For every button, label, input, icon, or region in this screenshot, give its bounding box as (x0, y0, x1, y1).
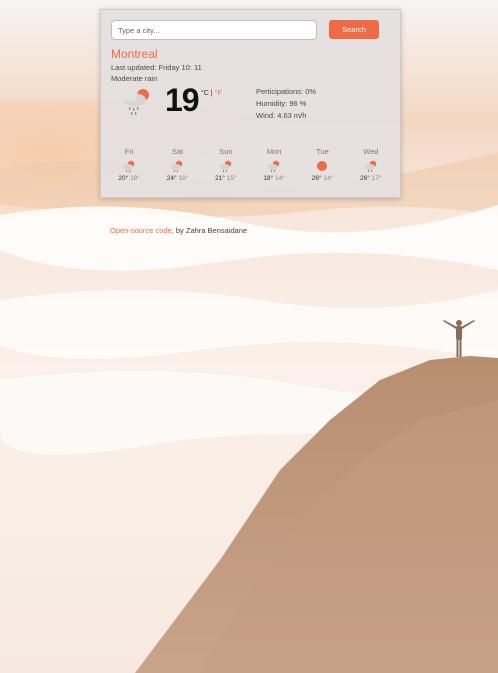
city-search-input[interactable] (111, 20, 317, 40)
forecast-temps: 20° 18° (105, 175, 153, 182)
forecast-day: Mon 18° 14° (250, 146, 298, 182)
rain-sun-icon (123, 160, 135, 172)
forecast-day: Sat 24° 18° (153, 146, 201, 182)
open-source-link[interactable]: Open-source code (110, 226, 172, 235)
weather-details: Perticipations: 0% Humidity: 96 % Wind: … (256, 86, 316, 122)
forecast-temps: 21° 15° (202, 175, 250, 182)
forecast-min: 15° (226, 175, 237, 182)
rain-cloud-sun-icon (124, 89, 149, 115)
humidity: Humidity: 96 % (256, 99, 307, 108)
celsius-link[interactable]: °C (201, 90, 209, 97)
rain-sun-icon (364, 160, 376, 172)
wind-speed: Wind: 4.63 m/h (256, 111, 307, 120)
precipitation: Perticipations: 0% (256, 87, 317, 96)
forecast-min: 14° (323, 175, 334, 182)
forecast-min: 18° (178, 175, 189, 182)
search-button[interactable]: Search (329, 20, 379, 39)
footer: Open-source code, by Zahra Bensaidane (110, 226, 247, 235)
forecast-day-name: Tue (316, 147, 329, 156)
forecast-day-name: Fri (124, 147, 134, 156)
city-name: Montreal (111, 47, 158, 61)
forecast-day: Tue 26° 14° (298, 146, 346, 182)
unit-toggle: °C | °F (201, 90, 222, 97)
forecast-max: 24° (166, 175, 177, 182)
rain-sun-icon (219, 160, 232, 172)
forecast-max: 26° (360, 175, 370, 182)
forecast-day-name: Wed (363, 147, 379, 156)
forecast-min: 14° (275, 175, 285, 182)
forecast-day: Sun 21° 15° (202, 146, 250, 182)
forecast: Fri 20° 18° Sat 24° 18° Sun 21° 15° Mon … (105, 146, 395, 182)
forecast-day: Fri 20° 18° (105, 146, 153, 182)
forecast-max: 26° (311, 175, 322, 182)
forecast-temps: 24° 18° (153, 175, 201, 182)
forecast-max: 20° (118, 175, 129, 182)
forecast-day-name: Mon (266, 147, 282, 156)
forecast-min: 18° (130, 175, 140, 182)
forecast-day-name: Sat (171, 147, 184, 156)
rain-sun-icon (268, 160, 280, 172)
forecast-temps: 26° 17° (347, 175, 395, 182)
forecast-day-name: Sun (219, 147, 233, 156)
forecast-temps: 18° 14° (250, 175, 298, 182)
rain-sun-icon (171, 160, 183, 172)
weather-card: Search Montreal Last updated: Friday 10:… (100, 9, 401, 198)
weather-description: Moderate rain (111, 74, 158, 83)
forecast-temps: 26° 14° (298, 175, 346, 182)
current-temperature: 19 (165, 82, 200, 118)
sun-icon (317, 161, 328, 171)
forecast-max: 18° (263, 175, 274, 182)
forecast-max: 21° (215, 175, 225, 182)
footer-author: , by Zahra Bensaidane (171, 226, 248, 235)
forecast-min: 17° (371, 175, 382, 182)
fahrenheit-link[interactable]: °F (215, 90, 222, 97)
forecast-day: Wed 26° 17° (347, 146, 395, 182)
last-updated: Last updated: Friday 10: 11 (111, 63, 202, 72)
